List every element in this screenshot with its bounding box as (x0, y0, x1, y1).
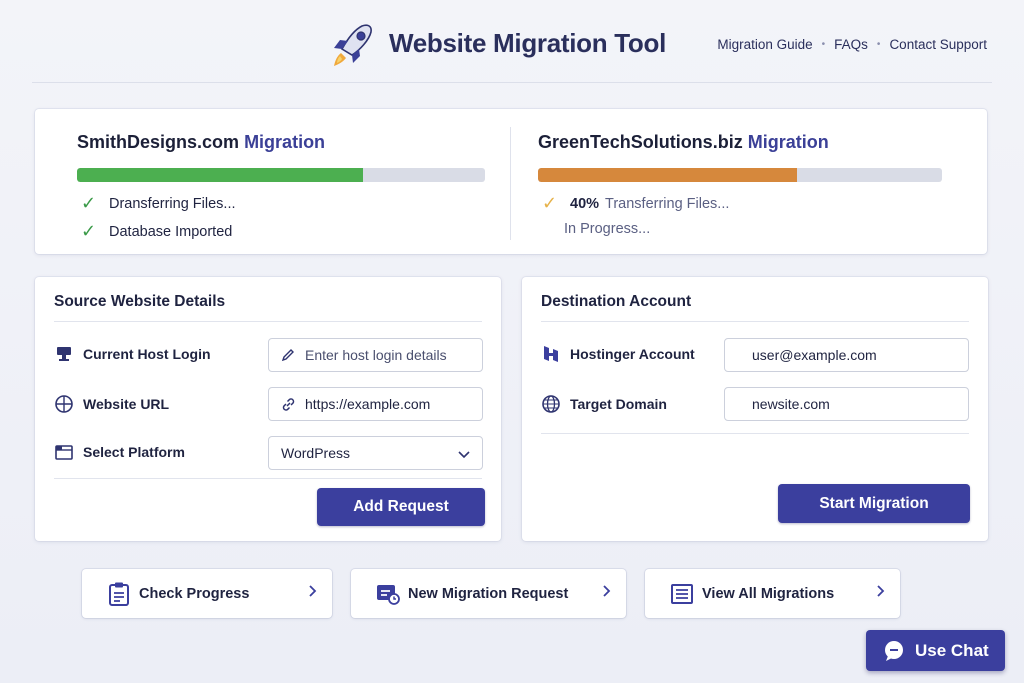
nav-migration-guide[interactable]: Migration Guide (717, 37, 812, 52)
migration-status-greentech: GreenTechSolutions.biz Migration ✓ 40% T… (538, 109, 948, 254)
quick-action-label: View All Migrations (702, 585, 835, 602)
migration-site-name: SmithDesigns.com (77, 132, 240, 152)
host-login-input[interactable]: Enter host login details (268, 338, 483, 372)
field-label-text: Website URL (83, 396, 170, 412)
status-text: Database Imported (109, 223, 233, 240)
app-header: Website Migration Tool Migration Guide •… (0, 0, 1024, 84)
field-label-text: Select Platform (83, 444, 185, 460)
new-request-icon (375, 581, 401, 607)
panel-divider (541, 321, 969, 322)
chevron-right-icon (602, 584, 612, 603)
status-line: ✓ 40% Transferring Files... (542, 193, 729, 214)
progress-bar-fill (77, 168, 363, 182)
new-migration-request-button[interactable]: New Migration Request (351, 569, 626, 618)
nav-separator: • (876, 39, 881, 50)
progress-bar (77, 168, 485, 182)
field-label-text: Hostinger Account (570, 346, 695, 362)
link-icon (281, 397, 297, 412)
chat-bubble-icon (883, 640, 905, 662)
host-login-icon (54, 344, 74, 364)
use-chat-button[interactable]: Use Chat (866, 630, 1005, 671)
migration-site-name: GreenTechSolutions.biz (538, 132, 743, 152)
chat-label: Use Chat (915, 640, 989, 660)
migration-status-smithdesigns: SmithDesigns.com Migration ✓ Dransferrin… (77, 109, 487, 254)
website-url-input[interactable]: https://example.com (268, 387, 483, 421)
field-label-text: Target Domain (570, 396, 667, 412)
status-divider (510, 127, 511, 240)
pencil-icon (281, 348, 297, 362)
nav-faqs[interactable]: FAQs (834, 37, 868, 52)
field-label-website-url: Website URL (54, 394, 169, 414)
start-migration-button[interactable]: Start Migration (778, 484, 970, 523)
panel-divider (54, 478, 482, 479)
field-label-hostinger-account: Hostinger Account (541, 344, 695, 364)
checkmark-icon: ✓ (81, 221, 97, 241)
migration-status-card: SmithDesigns.com Migration ✓ Dransferrin… (35, 109, 987, 254)
nav-separator: • (821, 39, 826, 50)
chevron-down-icon (458, 447, 470, 463)
status-text: Transferring Files... (605, 195, 730, 212)
field-label-text: Current Host Login (83, 346, 211, 362)
migration-title: GreenTechSolutions.biz Migration (538, 132, 829, 153)
rocket-icon (328, 22, 374, 70)
status-percent: 40% (570, 195, 600, 212)
checkmark-icon: ✓ (542, 193, 558, 213)
browser-window-icon (54, 442, 74, 462)
list-icon (669, 581, 695, 607)
progress-bar (538, 168, 942, 182)
field-label-host-login: Current Host Login (54, 344, 211, 364)
source-website-panel: Source Website Details Current Host Logi… (35, 277, 501, 541)
target-domain-value: newsite.com (752, 396, 830, 412)
platform-select-value: WordPress (281, 445, 350, 461)
migration-suffix: Migration (747, 132, 829, 152)
hostinger-logo-icon (541, 344, 561, 364)
destination-account-panel: Destination Account Hostinger Account us… (522, 277, 988, 541)
clipboard-icon (106, 581, 132, 607)
globe-icon (54, 394, 74, 414)
status-line: In Progress... (564, 221, 650, 237)
status-line: ✓ Database Imported (81, 221, 232, 242)
app-title: Website Migration Tool (389, 28, 666, 58)
field-label-platform: Select Platform (54, 442, 185, 462)
migration-suffix: Migration (244, 132, 326, 152)
status-text: In Progress... (564, 221, 651, 237)
checkmark-icon: ✓ (81, 193, 97, 213)
view-all-migrations-button[interactable]: View All Migrations (645, 569, 900, 618)
hostinger-account-value: user@example.com (752, 347, 877, 363)
progress-bar-fill (538, 168, 797, 182)
platform-select[interactable]: WordPress (268, 436, 483, 470)
field-label-target-domain: Target Domain (541, 394, 667, 414)
nav-contact-support[interactable]: Contact Support (889, 37, 987, 52)
migration-title: SmithDesigns.com Migration (77, 132, 325, 153)
panel-divider (54, 321, 482, 322)
check-progress-button[interactable]: Check Progress (82, 569, 332, 618)
header-divider (32, 82, 992, 83)
target-domain-input[interactable]: newsite.com (724, 387, 969, 421)
panel-divider (541, 433, 969, 434)
panel-title: Destination Account (541, 293, 692, 310)
hostinger-account-input[interactable]: user@example.com (724, 338, 969, 372)
quick-action-label: Check Progress (139, 585, 250, 602)
website-url-value: https://example.com (305, 396, 431, 412)
status-line: ✓ Dransferring Files... (81, 193, 236, 214)
add-request-button[interactable]: Add Request (317, 488, 485, 526)
chevron-right-icon (308, 584, 318, 603)
status-text: Dransferring Files... (109, 195, 236, 212)
panel-title: Source Website Details (54, 293, 226, 310)
chevron-right-icon (876, 584, 886, 603)
host-login-placeholder: Enter host login details (305, 347, 447, 363)
top-navigation: Migration Guide • FAQs • Contact Support (717, 37, 987, 52)
globe-icon (541, 394, 561, 414)
quick-action-label: New Migration Request (408, 585, 569, 602)
